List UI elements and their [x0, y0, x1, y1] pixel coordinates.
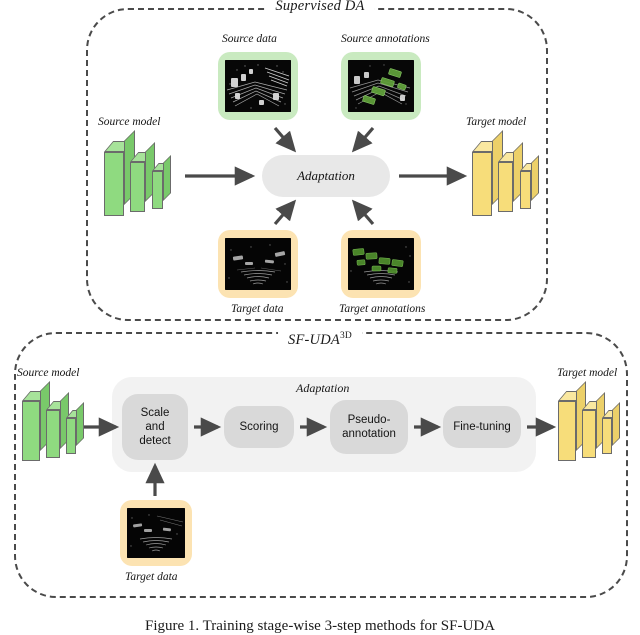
panel-supervised-da-title: Supervised DA — [265, 0, 375, 15]
target-data-pointcloud-top-svg — [225, 238, 291, 290]
model-slab-side — [163, 155, 171, 201]
pipeline-box-scale-and-detect-line1: Scale — [140, 406, 170, 419]
source-annotations-thumbnail — [341, 52, 421, 120]
model-slab-side — [76, 402, 84, 446]
target-data-thumbnail-bottom — [120, 500, 192, 566]
panel-sf-uda-3d-title: SF-UDA3D — [278, 331, 362, 349]
model-slab-side — [612, 402, 620, 446]
source-annotations-label: Source annotations — [341, 33, 430, 45]
source-data-label: Source data — [222, 33, 277, 45]
model-slab — [104, 130, 135, 216]
source-data-thumbnail — [218, 52, 298, 120]
model-slab-face — [520, 171, 531, 209]
source-annotations-pointcloud — [348, 60, 414, 112]
model-slab-face — [22, 401, 40, 461]
model-slab-face — [104, 152, 124, 216]
model-slab — [602, 402, 620, 454]
model-slab — [130, 142, 155, 212]
pipeline-box-scoring[interactable]: Scoring — [224, 406, 294, 448]
model-slab — [46, 392, 69, 458]
target-annotations-label: Target annotations — [339, 303, 426, 315]
source-model-top — [104, 130, 190, 216]
target-data-thumbnail-top — [218, 230, 298, 298]
panel-sf-uda-3d-title-text: SF-UDA — [288, 331, 340, 348]
model-slab-face — [558, 401, 576, 461]
panel-sf-uda-3d-title-superscript: 3D — [339, 331, 352, 341]
model-slab-side — [531, 155, 539, 201]
pipeline-box-pseudo-annotation[interactable]: Pseudo- annotation — [330, 400, 408, 454]
pipeline-box-fine-tuning-label: Fine-tuning — [453, 420, 511, 433]
model-slab — [152, 155, 171, 209]
panel-supervised-da-title-text: Supervised DA — [275, 0, 365, 14]
target-model-label-bottom: Target model — [557, 367, 618, 379]
source-annotations-pointcloud-svg — [348, 60, 414, 112]
model-slab — [22, 381, 50, 461]
pipeline-box-scale-and-detect-line3: detect — [139, 435, 171, 447]
model-slab — [558, 381, 586, 461]
pipeline-box-scale-and-detect[interactable]: Scale and detect — [122, 394, 188, 460]
target-data-label-bottom: Target data — [125, 571, 178, 583]
target-data-pointcloud-top — [225, 238, 291, 290]
target-annotations-thumbnail — [341, 230, 421, 298]
model-slab-face — [582, 410, 596, 458]
figure-caption: Figure 1. Training stage-wise 3-step met… — [145, 618, 495, 634]
pipeline-box-pseudo-annotation-line2: annotation — [342, 428, 396, 440]
pipeline-box-fine-tuning[interactable]: Fine-tuning — [443, 406, 521, 448]
adaptation-box-top-label: Adaptation — [297, 168, 355, 184]
target-data-pointcloud-bottom — [127, 508, 185, 558]
model-slab — [498, 142, 523, 212]
model-slab-face — [498, 162, 513, 212]
model-slab-face — [152, 171, 163, 209]
model-slab-face — [602, 418, 612, 454]
target-annotations-pointcloud-svg — [348, 238, 414, 290]
figure-canvas: Supervised DA Source data Source annotat… — [0, 0, 640, 634]
pipeline-box-scale-and-detect-line2: and — [145, 420, 165, 433]
target-data-label-top: Target data — [231, 303, 284, 315]
target-model-label-top: Target model — [466, 116, 527, 128]
pipeline-box-pseudo-annotation-line1: Pseudo- — [347, 413, 391, 426]
target-model-top — [472, 130, 558, 216]
model-slab — [472, 130, 503, 216]
model-slab-face — [472, 152, 492, 216]
pipeline-box-scoring-label: Scoring — [239, 420, 279, 433]
model-slab — [520, 155, 539, 209]
model-slab — [66, 402, 84, 454]
source-data-pointcloud — [225, 60, 291, 112]
source-model-label-top: Source model — [98, 116, 161, 128]
target-data-pointcloud-bottom-svg — [127, 508, 185, 558]
source-model-bottom — [22, 381, 108, 461]
model-slab-face — [130, 162, 145, 212]
target-model-bottom — [558, 381, 640, 461]
target-annotations-pointcloud — [348, 238, 414, 290]
model-slab — [582, 392, 605, 458]
source-data-pointcloud-svg — [225, 60, 291, 112]
source-model-label-bottom: Source model — [17, 367, 80, 379]
adaptation-shell-title: Adaptation — [296, 381, 350, 395]
model-slab-face — [46, 410, 60, 458]
model-slab-face — [66, 418, 76, 454]
adaptation-box-top: Adaptation — [262, 155, 390, 197]
